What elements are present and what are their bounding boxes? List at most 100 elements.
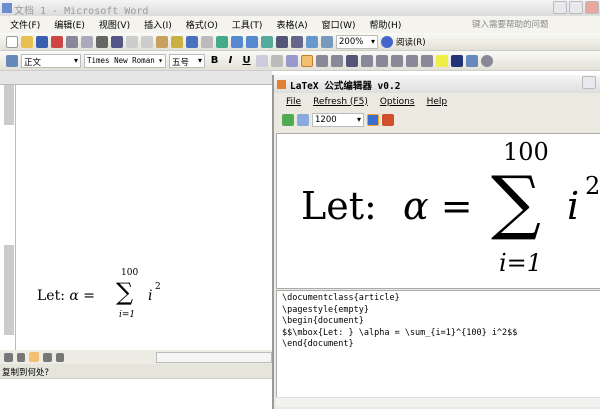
line-spacing-icon[interactable]	[361, 54, 373, 67]
highlight-icon[interactable]	[436, 54, 448, 67]
menu-format[interactable]: 格式(O)	[186, 18, 218, 31]
web-view-icon[interactable]	[16, 352, 26, 362]
formatting-toolbar: 正文 Times New Roman 五号 B I U	[0, 51, 600, 71]
decrease-indent-icon[interactable]	[406, 54, 418, 67]
show-hide-icon[interactable]	[321, 35, 333, 48]
insert-excel-icon[interactable]	[261, 35, 273, 48]
latex-menu-help[interactable]: Help	[427, 97, 448, 107]
copy-icon[interactable]	[297, 113, 309, 126]
font-color-icon[interactable]	[451, 54, 463, 67]
tables-borders-icon[interactable]	[231, 35, 243, 48]
new-icon[interactable]	[6, 35, 18, 48]
menu-edit[interactable]: 编辑(E)	[54, 18, 85, 31]
align-left-icon[interactable]	[301, 54, 313, 67]
print-view-icon[interactable]	[29, 352, 39, 362]
italic-button[interactable]: I	[224, 55, 237, 66]
preview-term: i	[567, 184, 580, 228]
doc-map-icon[interactable]	[306, 35, 318, 48]
format-painter-icon[interactable]	[171, 35, 183, 48]
menu-insert[interactable]: 插入(I)	[144, 18, 172, 31]
char-border-icon[interactable]	[256, 54, 268, 67]
menu-view[interactable]: 视图(V)	[99, 18, 130, 31]
numbering-icon[interactable]	[376, 54, 388, 67]
preview-icon[interactable]	[81, 35, 93, 48]
copy-icon[interactable]	[141, 35, 153, 48]
status-bar: 复制到何处?	[0, 364, 272, 379]
paste-icon[interactable]	[156, 35, 168, 48]
latex-menu-file[interactable]: File	[286, 97, 301, 107]
size-select[interactable]: 五号	[169, 53, 205, 68]
hyperlink-icon[interactable]	[216, 35, 228, 48]
cut-icon[interactable]	[126, 35, 138, 48]
char-shading-icon[interactable]	[271, 54, 283, 67]
minimize-button[interactable]	[553, 1, 567, 14]
word-doc-icon	[2, 3, 12, 13]
preview-exp: 2	[585, 172, 600, 200]
char-scale-icon[interactable]	[286, 54, 298, 67]
outline-view-icon[interactable]	[42, 352, 52, 362]
print-icon[interactable]	[66, 35, 78, 48]
zoom-select[interactable]: 200%	[336, 34, 378, 49]
close-button[interactable]	[585, 1, 599, 14]
powerpoint-mode-icon[interactable]	[382, 113, 394, 126]
vertical-ruler[interactable]	[0, 85, 16, 350]
latex-menu-refresh[interactable]: Refresh (F5)	[313, 97, 368, 107]
maximize-button[interactable]	[569, 1, 583, 14]
spelling-icon[interactable]	[111, 35, 123, 48]
menu-tools[interactable]: 工具(T)	[232, 18, 263, 31]
latex-menu-bar: File Refresh (F5) Options Help	[274, 93, 600, 110]
style-select[interactable]: 正文	[21, 53, 81, 68]
equation-upper: 100	[121, 268, 139, 278]
permission-icon[interactable]	[51, 35, 63, 48]
increase-indent-icon[interactable]	[421, 54, 433, 67]
editor-horizontal-scrollbar[interactable]	[276, 397, 600, 407]
save-icon[interactable]	[36, 35, 48, 48]
horizontal-scrollbar[interactable]	[156, 351, 273, 363]
menu-bar: 文件(F) 编辑(E) 视图(V) 插入(I) 格式(O) 工具(T) 表格(A…	[0, 16, 600, 33]
open-icon[interactable]	[21, 35, 33, 48]
latex-window-title: LaTeX 公式编辑器 v0.2	[290, 81, 401, 92]
horizontal-ruler[interactable]	[0, 71, 272, 85]
help-icon[interactable]	[381, 35, 393, 48]
bullets-icon[interactable]	[391, 54, 403, 67]
font-select[interactable]: Times New Roman	[84, 53, 166, 68]
insert-table-icon[interactable]	[246, 35, 258, 48]
underline-button[interactable]: U	[240, 55, 253, 66]
latex-source-editor[interactable]: \documentclass{article} \pagestyle{empty…	[276, 290, 600, 400]
equation-alpha: α =	[69, 288, 96, 304]
menu-help[interactable]: 帮助(H)	[370, 18, 402, 31]
standard-toolbar: 200% 阅读(R)	[0, 33, 600, 51]
align-right-icon[interactable]	[331, 54, 343, 67]
normal-view-icon[interactable]	[4, 352, 13, 362]
distribute-icon[interactable]	[346, 54, 358, 67]
word-mode-icon[interactable]	[367, 113, 379, 126]
drawing-icon[interactable]	[291, 35, 303, 48]
bold-button[interactable]: B	[208, 55, 221, 66]
menu-table[interactable]: 表格(A)	[276, 18, 307, 31]
phonetic-icon[interactable]	[466, 54, 478, 67]
document-page[interactable]: Let: α = 100 ∑ i=1 i 2	[17, 85, 272, 350]
read-button[interactable]: 阅读(R)	[396, 36, 426, 48]
equation-term: i	[148, 288, 153, 304]
menu-window[interactable]: 窗口(W)	[322, 18, 356, 31]
undo-icon[interactable]	[186, 35, 198, 48]
app-icon	[277, 80, 286, 89]
help-search-input[interactable]: 键入需要帮助的问题	[472, 17, 582, 31]
columns-icon[interactable]	[276, 35, 288, 48]
preview-sum: ∑	[491, 161, 541, 243]
resolution-select[interactable]: 1200	[312, 112, 364, 127]
latex-menu-options[interactable]: Options	[380, 97, 415, 107]
equation-exp: 2	[155, 282, 161, 292]
refresh-icon[interactable]	[282, 113, 294, 126]
redo-icon[interactable]	[201, 35, 213, 48]
align-center-icon[interactable]	[316, 54, 328, 67]
word-equation: Let: α =	[37, 288, 95, 304]
latex-minimize-button[interactable]	[582, 76, 596, 89]
traditional-chinese-icon[interactable]	[96, 35, 108, 48]
menu-file[interactable]: 文件(F)	[10, 18, 40, 31]
styles-icon[interactable]	[6, 54, 18, 67]
preview-alpha: α =	[403, 184, 473, 228]
enclose-char-icon[interactable]	[481, 54, 493, 67]
reading-view-icon[interactable]	[55, 352, 65, 362]
equation-sum: ∑	[116, 278, 134, 306]
